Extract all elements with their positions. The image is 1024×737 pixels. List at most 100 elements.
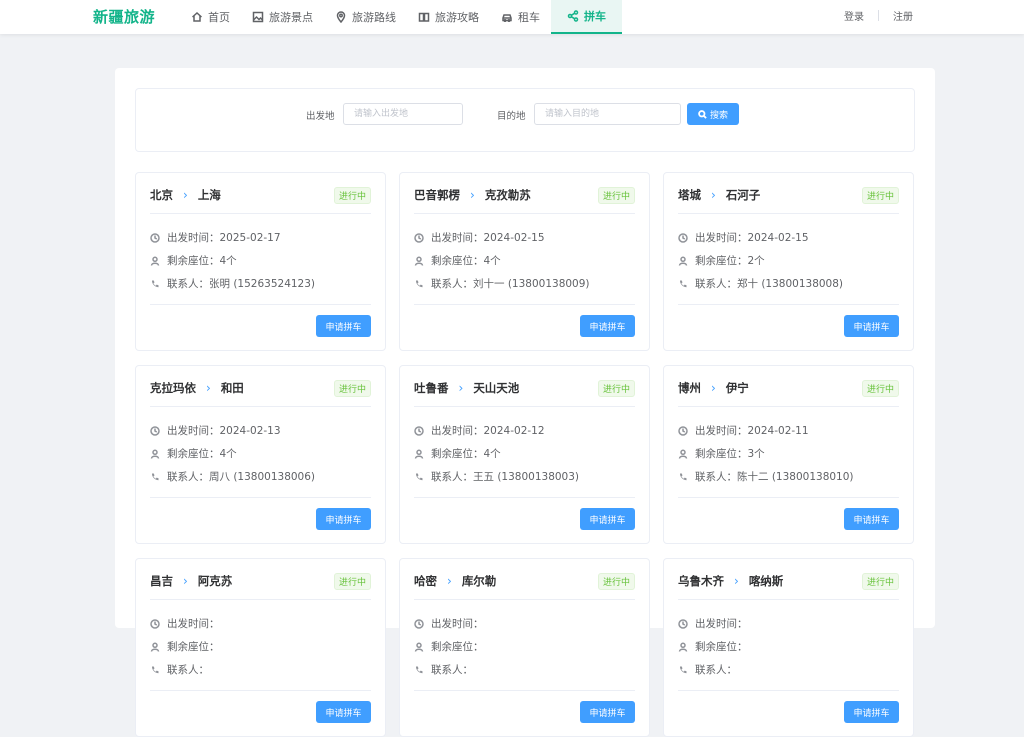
route-to: 石河子 [725,188,761,202]
contact-label: 联系人： [167,278,209,290]
apply-carpool-button[interactable]: 申请拼车 [316,315,371,337]
from-label: 出发地 [306,111,335,122]
card-header: 塔城 › 石河子 进行中 [678,187,899,214]
depart-time-label: 出发时间： [431,232,484,244]
contact-label: 联系人： [695,471,737,483]
route-from: 乌鲁木齐 [678,574,724,588]
apply-carpool-button[interactable]: 申请拼车 [844,508,899,530]
seats-row: 剩余座位： 2个 [678,253,765,268]
to-input[interactable]: 请输入目的地 [534,103,681,125]
depart-time-value: 2024-02-15 [483,231,545,244]
route: 博州 › 伊宁 [678,380,749,396]
user-icon [150,642,160,652]
depart-time-row: 出发时间： 2025-02-17 [150,230,281,245]
seats-value: 2个 [747,255,765,267]
depart-time-label: 出发时间： [167,618,220,630]
depart-time-value: 2024-02-15 [747,231,809,244]
depart-time-value: 2024-02-11 [747,424,809,437]
depart-time-label: 出发时间： [167,232,220,244]
status-badge: 进行中 [597,573,635,590]
status-badge: 进行中 [861,187,899,204]
chevron-right-icon: › [711,381,716,395]
clock-icon [150,232,160,243]
route: 昌吉 › 阿克苏 [150,573,232,589]
contact-label: 联系人： [695,278,737,290]
apply-carpool-button[interactable]: 申请拼车 [316,508,371,530]
user-icon [414,642,424,652]
search-icon [698,109,707,119]
route-from: 塔城 [678,188,701,202]
register-link[interactable]: 注册 [893,8,913,23]
route: 乌鲁木齐 › 喀纳斯 [678,573,783,589]
route-to: 和田 [220,381,244,395]
depart-time-row: 出发时间： [678,616,748,631]
seats-label: 剩余座位： [431,255,484,267]
nav-item-home[interactable]: 首页 [180,0,241,34]
nav-item-label: 旅游景点 [269,11,313,24]
chevron-right-icon: › [734,574,739,588]
nav-item-label: 旅游攻略 [435,11,479,24]
route: 北京 › 上海 [150,187,221,203]
seats-value: 4个 [219,255,237,267]
contact-row: 联系人： 王五 (13800138003) [414,469,579,484]
carpool-card: 昌吉 › 阿克苏 进行中 出发时间： 剩余座位： 联系人： 申请拼车 [135,558,386,737]
carpool-card: 克拉玛依 › 和田 进行中 出发时间： 2024-02-13 剩余座位： 4个 … [135,365,386,544]
contact-label: 联系人： [431,664,473,676]
login-link[interactable]: 登录 [844,8,864,23]
card-divider [150,497,371,498]
apply-carpool-button[interactable]: 申请拼车 [316,701,371,723]
status-badge: 进行中 [333,380,371,397]
nav-item-guides[interactable]: 旅游攻略 [407,0,490,34]
seats-label: 剩余座位： [431,448,484,460]
apply-carpool-button[interactable]: 申请拼车 [580,508,635,530]
chevron-right-icon: › [447,574,452,588]
card-header: 博州 › 伊宁 进行中 [678,380,899,407]
nav-item-car-rental[interactable]: 租车 [490,0,551,34]
route-to: 库尔勒 [461,574,497,588]
clock-icon [414,425,424,436]
apply-carpool-button[interactable]: 申请拼车 [580,315,635,337]
nav-item-attractions[interactable]: 旅游景点 [241,0,324,34]
user-icon [414,256,424,266]
clock-icon [414,618,424,629]
card-header: 北京 › 上海 进行中 [150,187,371,214]
contact-row: 联系人： 周八 (13800138006) [150,469,315,484]
contact-row: 联系人： [678,662,737,677]
from-input[interactable]: 请输入出发地 [343,103,463,125]
status-badge: 进行中 [861,380,899,397]
status-badge: 进行中 [597,380,635,397]
clock-icon [678,618,688,629]
seats-label: 剩余座位： [167,448,220,460]
nav-item-routes[interactable]: 旅游路线 [324,0,407,34]
status-badge: 进行中 [333,187,371,204]
chevron-right-icon: › [183,188,188,202]
card-header: 克拉玛依 › 和田 进行中 [150,380,371,407]
route-to: 天山天池 [473,381,520,395]
contact-row: 联系人： 刘十一 (13800138009) [414,276,590,291]
contact-value: 王五 (13800138003) [473,471,580,483]
card-header: 巴音郭楞 › 克孜勒苏 进行中 [414,187,635,214]
seats-label: 剩余座位： [695,255,748,267]
seats-row: 剩余座位： 3个 [678,446,765,461]
apply-carpool-button[interactable]: 申请拼车 [580,701,635,723]
apply-carpool-button[interactable]: 申请拼车 [844,701,899,723]
contact-row: 联系人： 张明 (15263524123) [150,276,315,291]
top-navbar: 新疆旅游 首页 旅游景点 旅游路线 旅游攻略 租车 拼车 登录 注册 [0,0,1024,34]
route-from: 昌吉 [150,574,173,588]
search-button[interactable]: 搜索 [687,103,739,125]
route-from: 吐鲁番 [414,381,449,395]
depart-time-value: 2025-02-17 [219,231,281,244]
nav-item-label: 租车 [518,11,540,24]
apply-carpool-button[interactable]: 申请拼车 [844,315,899,337]
divider [878,9,879,21]
depart-time-row: 出发时间： [414,616,484,631]
depart-time-label: 出发时间： [695,425,748,437]
picture-icon [252,11,264,23]
contact-value: 周八 (13800138006) [209,471,316,483]
site-logo[interactable]: 新疆旅游 [93,6,155,27]
clock-icon [678,425,688,436]
route: 吐鲁番 › 天山天池 [414,380,519,396]
seats-row: 剩余座位： [678,639,748,654]
nav-item-carpool[interactable]: 拼车 [551,0,622,34]
depart-time-row: 出发时间： [150,616,220,631]
